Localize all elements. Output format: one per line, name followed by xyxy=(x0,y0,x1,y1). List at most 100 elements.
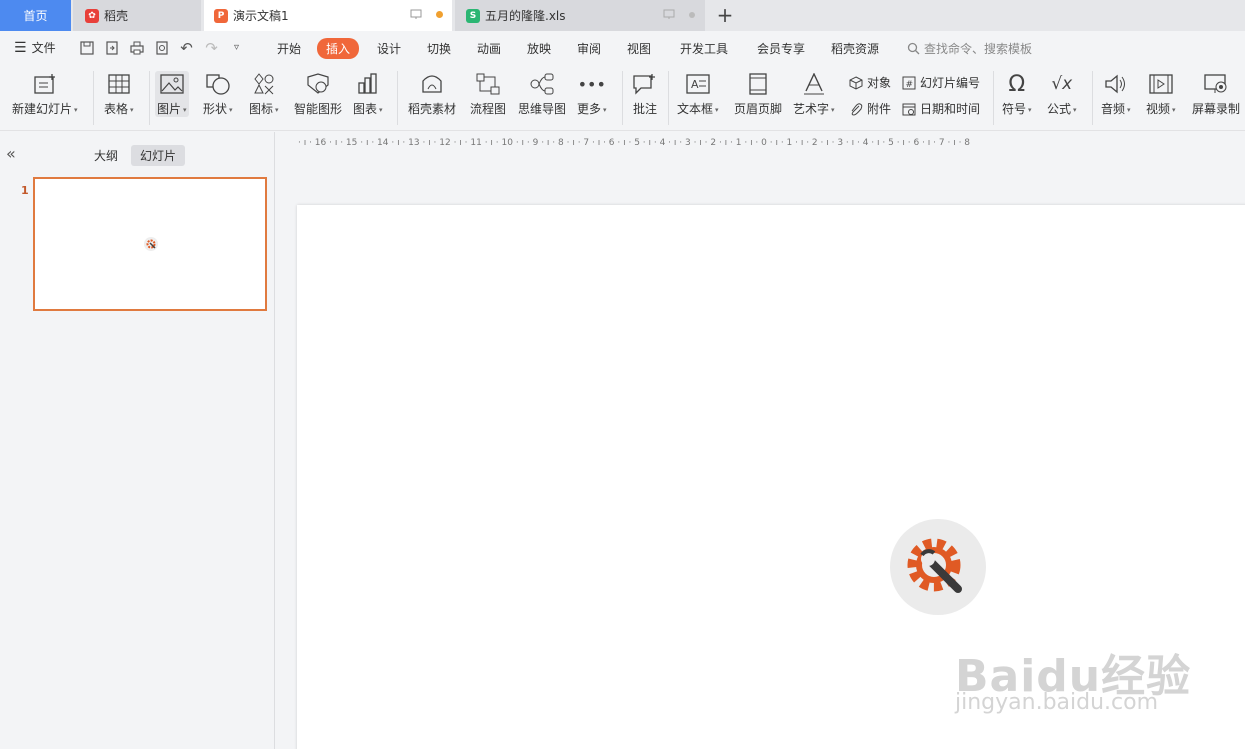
customize-toolbar-icon[interactable]: ▿ xyxy=(228,39,245,56)
menu-tab-developer[interactable]: 开发工具 xyxy=(680,40,728,57)
collapse-panel-icon[interactable]: « xyxy=(6,144,16,163)
attachment-label: 附件 xyxy=(867,102,892,116)
flowchart-label: 流程图 xyxy=(470,102,507,116)
tab-spreadsheet-label: 五月的隆隆.xls xyxy=(485,9,566,23)
wps-presentation-window: 首页 ✿ 稻壳 P 演示文稿1 S 五月的隆隆.xls + ☰ 文件 ↶ ↷ ▿… xyxy=(0,0,1245,749)
header-footer-label: 页眉页脚 xyxy=(734,102,783,116)
audio-label: 音频 xyxy=(1101,102,1126,116)
material-button[interactable]: 稻壳素材 xyxy=(408,71,456,117)
flowchart-button[interactable]: 流程图 xyxy=(470,71,506,117)
print-preview-icon[interactable] xyxy=(153,39,170,56)
datetime-label: 日期和时间 xyxy=(920,102,981,116)
menu-bar: ☰ 文件 ↶ ↷ ▿ 开始 插入 设计 切换 动画 放映 审阅 视图 开发工具 … xyxy=(0,31,1245,65)
chart-button[interactable]: 图表 ▾ xyxy=(353,71,383,117)
tab-spreadsheet[interactable]: S 五月的隆隆.xls xyxy=(455,0,705,31)
more-button[interactable]: ••• 更多 ▾ xyxy=(577,71,607,117)
slide-number: 1 xyxy=(21,184,29,197)
slide-number-label: 幻灯片编号 xyxy=(920,76,981,90)
spreadsheet-file-icon: S xyxy=(466,8,480,23)
menu-tab-start[interactable]: 开始 xyxy=(277,40,301,57)
menu-tab-design[interactable]: 设计 xyxy=(377,40,401,57)
slide-thumbnail[interactable] xyxy=(33,177,267,311)
comment-label: 批注 xyxy=(632,102,657,116)
tab-daoke[interactable]: ✿ 稻壳 xyxy=(73,0,201,31)
save-icon[interactable] xyxy=(78,39,95,56)
comment-icon xyxy=(632,71,658,97)
datetime-button[interactable]: 日期和时间 xyxy=(902,100,980,117)
menu-tab-transition[interactable]: 切换 xyxy=(427,40,451,57)
flowchart-icon xyxy=(475,71,501,97)
video-button[interactable]: 视频 ▾ xyxy=(1146,71,1176,117)
speaker-icon xyxy=(1103,71,1129,97)
shape-label: 形状 xyxy=(203,102,228,116)
slide-number-button[interactable]: # 幻灯片编号 xyxy=(902,74,980,91)
smartart-icon xyxy=(305,71,331,97)
audio-button[interactable]: 音频 ▾ xyxy=(1101,71,1131,117)
screen-record-button[interactable]: 屏幕录制 xyxy=(1192,71,1240,117)
formula-button[interactable]: √x 公式 ▾ xyxy=(1047,71,1077,117)
symbol-button[interactable]: Ω 符号 ▾ xyxy=(1002,71,1032,117)
mindmap-button[interactable]: 思维导图 xyxy=(518,71,566,117)
menu-tab-insert[interactable]: 插入 xyxy=(317,38,360,59)
menu-tab-daoke-resources[interactable]: 稻壳资源 xyxy=(831,40,879,57)
textbox-button[interactable]: A 文本框 ▾ xyxy=(677,71,719,117)
menu-tab-animation[interactable]: 动画 xyxy=(477,40,501,57)
mindmap-label: 思维导图 xyxy=(518,102,567,116)
icons-label: 图标 xyxy=(249,102,274,116)
tab-document-label: 演示文稿1 xyxy=(233,9,289,23)
undo-icon[interactable]: ↶ xyxy=(178,39,195,57)
new-tab-button[interactable]: + xyxy=(716,3,734,27)
horizontal-ruler: · ı · 16 · ı · 15 · ı · 14 · ı · 13 · ı … xyxy=(298,138,971,148)
smartart-button[interactable]: 智能图形 xyxy=(294,71,342,117)
more-icon: ••• xyxy=(577,74,606,94)
command-search-placeholder: 查找命令、搜索模板 xyxy=(924,42,1033,56)
hash-icon: # xyxy=(902,76,916,90)
quick-access-toolbar: ↶ ↷ ▿ xyxy=(78,39,245,57)
wordart-icon xyxy=(801,71,827,97)
tab-home[interactable]: 首页 xyxy=(0,0,71,31)
hamburger-icon: ☰ xyxy=(14,39,27,56)
formula-label: 公式 xyxy=(1047,102,1072,116)
tab-bar: 首页 ✿ 稻壳 P 演示文稿1 S 五月的隆隆.xls + xyxy=(0,0,1245,31)
tab-outline[interactable]: 大纲 xyxy=(85,145,127,166)
print-icon[interactable] xyxy=(128,39,145,56)
calendar-clock-icon xyxy=(902,103,916,115)
redo-icon[interactable]: ↷ xyxy=(203,39,220,57)
svg-text:#: # xyxy=(906,80,914,90)
shape-button[interactable]: 形状 ▾ xyxy=(203,71,233,117)
unsaved-dot-icon xyxy=(436,11,443,18)
attachment-button[interactable]: 附件 xyxy=(849,100,891,117)
paperclip-icon xyxy=(851,102,863,116)
object-button[interactable]: 对象 xyxy=(849,74,891,91)
ribbon-insert: 新建幻灯片 ▾ 表格 ▾ 图片 ▾ 形状 ▾ 图标 ▾ 智能图形 图表 ▾ 稻壳… xyxy=(0,65,1245,131)
header-footer-icon xyxy=(745,71,771,97)
watermark-url: jingyan.baidu.com xyxy=(955,690,1159,715)
export-pdf-icon[interactable] xyxy=(103,39,120,56)
comment-button[interactable]: 批注 xyxy=(632,71,658,117)
icons-button[interactable]: 图标 ▾ xyxy=(249,71,279,117)
menu-tab-slideshow[interactable]: 放映 xyxy=(527,40,551,57)
menu-tab-view[interactable]: 视图 xyxy=(627,40,651,57)
new-slide-button[interactable]: 新建幻灯片 ▾ xyxy=(12,71,78,117)
chart-icon xyxy=(355,71,381,97)
wordart-button[interactable]: 艺术字 ▾ xyxy=(793,71,835,117)
picture-button[interactable]: 图片 ▾ xyxy=(155,71,189,117)
new-slide-label: 新建幻灯片 xyxy=(12,102,73,116)
header-footer-button[interactable]: 页眉页脚 xyxy=(734,71,782,117)
picture-label: 图片 xyxy=(157,102,182,116)
table-button[interactable]: 表格 ▾ xyxy=(104,71,134,117)
monitor-icon xyxy=(663,9,675,19)
shape-icon xyxy=(205,71,231,97)
command-search[interactable]: 查找命令、搜索模板 xyxy=(907,40,1032,57)
menu-tab-member[interactable]: 会员专享 xyxy=(757,40,805,57)
object-label: 对象 xyxy=(867,76,892,90)
menu-tab-review[interactable]: 审阅 xyxy=(577,40,601,57)
loading-tool-icon xyxy=(144,237,158,251)
tab-home-label: 首页 xyxy=(23,9,48,23)
slide-panel: « 大纲 幻灯片 1 xyxy=(0,132,275,749)
picture-icon xyxy=(159,71,185,97)
tab-document[interactable]: P 演示文稿1 xyxy=(204,0,452,31)
object-icon xyxy=(849,75,863,90)
tab-slides[interactable]: 幻灯片 xyxy=(131,145,186,166)
file-menu[interactable]: ☰ 文件 xyxy=(14,39,56,56)
